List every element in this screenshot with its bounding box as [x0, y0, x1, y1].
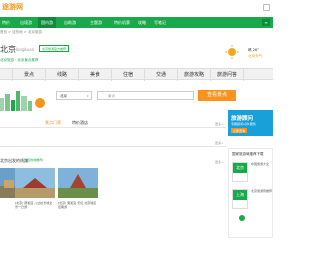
- divider: [0, 127, 226, 128]
- top-bar: 途游网: [0, 0, 273, 17]
- route-caption[interactable]: [北京] 雍和宫 天坛 北京城区经典游: [58, 201, 98, 209]
- weather-widget: 晴 26° 北京天气: [222, 44, 272, 64]
- divider: [0, 146, 226, 147]
- breadcrumb: 首页 > 目的地 > 北京旅游: [0, 30, 42, 34]
- consultant-promo[interactable]: 旅游顾问 专属顾问1对1服务 立即咨询: [228, 110, 273, 136]
- city-skyline-illustration: [0, 91, 45, 111]
- main-nav: 特价 出境游 国内游 自助游 主题游 特价机票 攻略 写笔记 ≡: [0, 17, 273, 28]
- promo-title: 旅游顾问: [231, 116, 254, 122]
- side-download-panel: 国家旅游局推荐下载 北京 中国旅游大全 上海 北京旅游局推荐: [228, 148, 273, 238]
- nav-item-self[interactable]: 自助游: [64, 17, 76, 28]
- tab-hotel-deals[interactable]: 特价酒店: [72, 120, 88, 126]
- app-tag-2: 上海: [233, 190, 247, 200]
- more-link-3[interactable]: 更多>: [215, 160, 224, 164]
- routes-sub[interactable]: [目的地推荐]: [26, 158, 43, 162]
- sight-search-input[interactable]: 景点: [97, 91, 194, 100]
- nav-item-deal[interactable]: 特价: [2, 17, 10, 28]
- promo-subtitle: 专属顾问1对1服务: [231, 122, 256, 126]
- nav-item-notes[interactable]: 写笔记: [154, 17, 166, 28]
- tab-tickets[interactable]: 景点门票: [45, 120, 61, 126]
- category-tabs: 景点 线路 美食 住宿 交通 旅游攻略 旅游问答: [0, 68, 273, 81]
- app-text-2[interactable]: 北京旅游局推荐: [251, 189, 272, 193]
- app-text-1[interactable]: 中国旅游大全: [251, 162, 272, 166]
- recommend-badge[interactable]: 北京旅游官方推荐: [39, 45, 70, 52]
- tab-routes[interactable]: 线路: [46, 69, 79, 81]
- more-link-1[interactable]: 更多>: [215, 122, 224, 126]
- promo-button[interactable]: 立即咨询: [231, 128, 248, 133]
- tab-transport[interactable]: 交通: [145, 69, 178, 81]
- menu-icon[interactable]: ≡: [262, 19, 270, 26]
- tab-qa[interactable]: 旅游问答: [211, 69, 244, 81]
- chevron-down-icon: ▾: [87, 94, 89, 98]
- tab-guides[interactable]: 旅游攻略: [178, 69, 211, 81]
- route-card[interactable]: [北京] 颐和园 八达岭长城全景一日游: [15, 168, 55, 209]
- nav-item-domestic[interactable]: 国内游: [38, 17, 56, 28]
- app-card-1[interactable]: 北京: [232, 162, 248, 182]
- tab-food[interactable]: 美食: [79, 69, 112, 81]
- route-photo: [58, 168, 98, 198]
- nav-item-theme[interactable]: 主题游: [90, 17, 102, 28]
- tab-hotels[interactable]: 住宿: [112, 69, 145, 81]
- nav-item-flights[interactable]: 特价机票: [114, 17, 130, 28]
- side-title: 国家旅游局推荐下载: [232, 152, 264, 156]
- app-tag-1: 北京: [233, 163, 247, 173]
- nav-item-guide[interactable]: 攻略: [138, 17, 146, 28]
- search-placeholder: 景点: [108, 94, 115, 98]
- site-logo[interactable]: 途游网: [2, 2, 23, 12]
- wechat-icon[interactable]: [239, 215, 245, 221]
- more-link-2[interactable]: 更多>: [215, 141, 224, 145]
- weather-label[interactable]: 北京天气: [248, 54, 262, 59]
- search-button[interactable]: 查看景点: [198, 90, 236, 101]
- tab-spacer: [0, 69, 13, 81]
- routes-title: 北京出发的线路: [0, 158, 28, 163]
- route-photo: [15, 168, 55, 198]
- route-card[interactable]: [北京] 雍和宫 天坛 北京城区经典游: [58, 168, 98, 209]
- sun-icon: [225, 45, 239, 59]
- nav-item-outbound[interactable]: 出境游: [20, 17, 32, 28]
- app-card-2[interactable]: 上海: [232, 189, 248, 209]
- city-subline[interactable]: 北京旅游 · 北京景点推荐: [0, 58, 38, 63]
- qr-icon[interactable]: [263, 4, 270, 11]
- city-select-value: 北京: [60, 94, 67, 98]
- page-subtitle-en: Hongkuan: [14, 47, 35, 52]
- weather-temp: 晴 26°: [248, 48, 259, 52]
- city-select[interactable]: 北京 ▾: [56, 91, 92, 100]
- tab-sights[interactable]: 景点: [13, 69, 46, 81]
- route-caption[interactable]: [北京] 颐和园 八达岭长城全景一日游: [15, 201, 55, 209]
